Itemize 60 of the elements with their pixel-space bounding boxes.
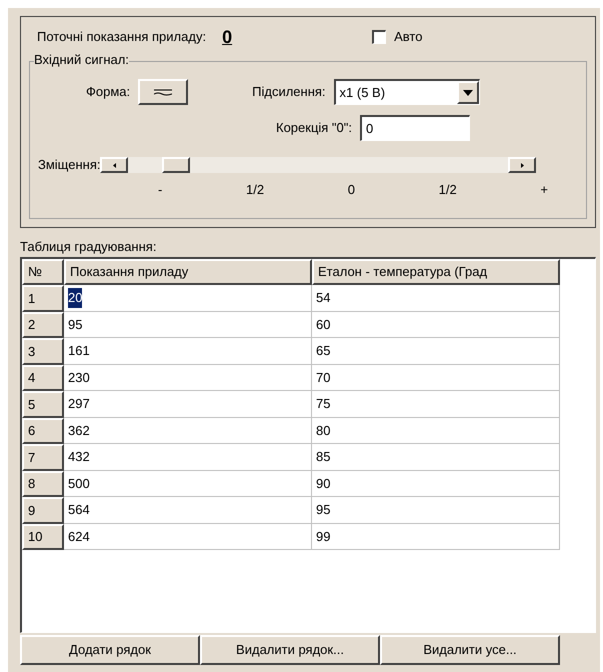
column-header[interactable]: Показання приладу bbox=[64, 259, 312, 285]
gain-dropdown[interactable]: x1 (5 В) bbox=[334, 79, 480, 105]
table-cell-text: 161 bbox=[68, 342, 90, 360]
offset-label: Зміщення: bbox=[38, 156, 100, 174]
right-arrow-icon bbox=[520, 162, 524, 168]
table-cell-text: 230 bbox=[68, 368, 90, 386]
form-label: Форма: bbox=[86, 83, 130, 102]
action-button[interactable]: Видалити усе... bbox=[380, 635, 560, 665]
dropdown-arrow-icon bbox=[462, 90, 473, 96]
column-header[interactable]: № bbox=[22, 259, 64, 285]
correction-field[interactable]: 0 bbox=[360, 115, 470, 141]
table-cell-text: 624 bbox=[68, 528, 90, 546]
table-cell-text: 95 bbox=[316, 501, 330, 519]
table-cell-text: 70 bbox=[316, 368, 330, 386]
table-cell: 20 bbox=[68, 288, 82, 308]
table-cell-text: 75 bbox=[316, 395, 330, 413]
waveform-button[interactable] bbox=[138, 79, 188, 105]
gain-label: Підсилення: bbox=[252, 83, 326, 102]
scale-label: 1/2 bbox=[246, 181, 264, 199]
table-cell-text: 297 bbox=[68, 395, 90, 413]
table-cell-text: 432 bbox=[68, 448, 90, 466]
table-cell-text: 60 bbox=[316, 316, 330, 334]
row-header[interactable]: 1 bbox=[22, 285, 64, 312]
row-header[interactable]: 8 bbox=[22, 470, 64, 497]
action-button[interactable]: Видалити рядок... bbox=[200, 635, 380, 665]
table-cell-text: 564 bbox=[68, 501, 90, 519]
table-cell-text: 99 bbox=[316, 528, 330, 546]
row-header[interactable]: 6 bbox=[22, 418, 64, 444]
row-header[interactable]: 9 bbox=[22, 497, 64, 524]
column-header[interactable]: Еталон - температура (Град bbox=[312, 259, 560, 285]
reading-value: 0 bbox=[222, 26, 232, 48]
scroll-thumb[interactable] bbox=[162, 157, 190, 173]
table-cell-text: 362 bbox=[68, 422, 90, 440]
table-cell-text: 95 bbox=[68, 316, 82, 334]
table-cell-text: 80 bbox=[316, 422, 330, 440]
row-header[interactable]: 5 bbox=[22, 391, 64, 418]
correction-label: Корекція "0": bbox=[276, 119, 352, 138]
scale-label: 0 bbox=[348, 181, 355, 199]
row-header[interactable]: 2 bbox=[22, 312, 64, 338]
offset-scrollbar[interactable] bbox=[100, 157, 536, 173]
action-button[interactable]: Додати рядок bbox=[20, 635, 200, 665]
table-cell-text: 85 bbox=[316, 448, 330, 466]
left-arrow-icon bbox=[112, 162, 116, 168]
row-header[interactable]: 10 bbox=[22, 524, 64, 550]
group-title: Вхідний сигнал: bbox=[34, 53, 129, 66]
scale-label: - bbox=[158, 181, 162, 199]
table-cell-text: 54 bbox=[316, 289, 330, 307]
auto-checkbox[interactable] bbox=[372, 30, 386, 44]
auto-label: Авто bbox=[394, 28, 422, 46]
scale-label: 1/2 bbox=[438, 181, 457, 199]
row-header[interactable]: 3 bbox=[22, 338, 64, 364]
table-cell-text: 65 bbox=[316, 342, 330, 360]
scale-label: + bbox=[540, 181, 548, 199]
row-header[interactable]: 4 bbox=[22, 364, 64, 391]
table-title: Таблиця градуювання: bbox=[20, 240, 158, 253]
table-cell-text: 500 bbox=[68, 474, 90, 492]
wave-icon bbox=[154, 88, 172, 96]
reading-label: Поточні показання приладу: bbox=[37, 28, 206, 46]
row-header[interactable]: 7 bbox=[22, 444, 64, 470]
table-cell-text: 90 bbox=[316, 474, 330, 492]
